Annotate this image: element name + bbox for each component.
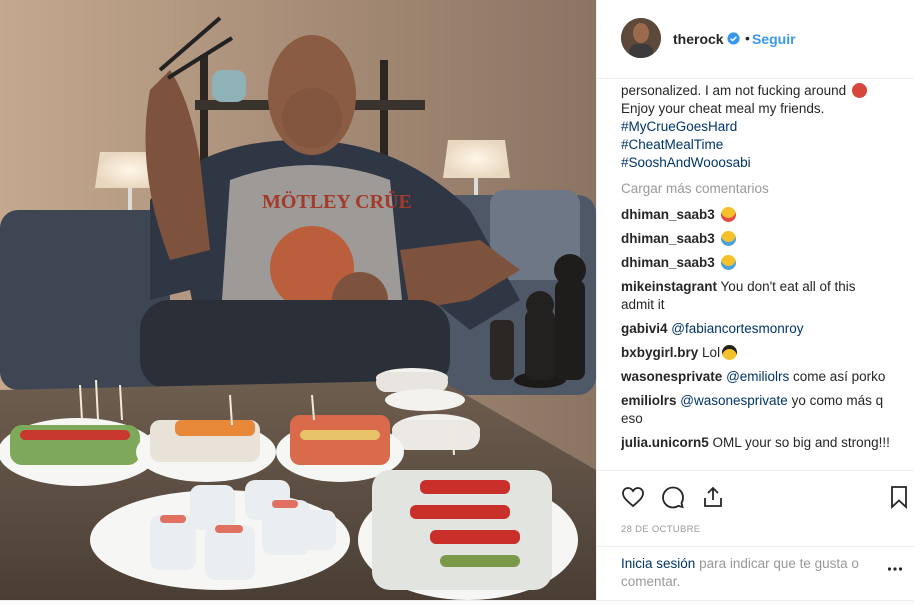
post-date: 28 DE OCTUBRE [621, 524, 701, 535]
instagram-post: MÖTLEY CRÜE therock • Seguir personalize… [0, 0, 914, 601]
photo-illustration: MÖTLEY CRÜE [0, 0, 596, 600]
comment-user[interactable]: dhiman_saab3 [621, 255, 715, 270]
bookmark-icon[interactable] [887, 485, 911, 509]
share-icon[interactable] [701, 485, 725, 509]
verified-icon [727, 32, 740, 45]
comment-text: OML your so big and strong!!! [712, 435, 890, 450]
comment: mikeinstagrant You don't eat all of this… [621, 278, 891, 314]
avatar[interactable] [621, 18, 661, 58]
heart-eyes-emoji-icon [720, 207, 736, 222]
laughing-emoji-icon [720, 231, 736, 246]
comment-user[interactable]: julia.unicorn5 [621, 435, 709, 450]
load-more-comments-button[interactable]: Cargar más comentarios [621, 180, 891, 198]
post-header: therock • Seguir [597, 0, 914, 79]
comment-mention[interactable]: @fabiancortesmonroy [671, 321, 803, 336]
login-prompt: Inicia sesión para indicar que te gusta … [597, 546, 914, 601]
username[interactable]: therock [673, 31, 724, 47]
comment-icon[interactable] [661, 485, 685, 509]
hashtag-link[interactable]: #MyCrueGoesHard [621, 118, 891, 136]
comment: gabivi4 @fabiancortesmonroy [621, 320, 891, 338]
svg-text:MÖTLEY CRÜE: MÖTLEY CRÜE [262, 190, 412, 213]
comment-user[interactable]: mikeinstagrant [621, 279, 717, 294]
comment-user[interactable]: bxbygirl.bry [621, 345, 698, 360]
comment-user[interactable]: dhiman_saab3 [621, 207, 715, 222]
comment: bxbygirl.bry Lol [621, 344, 891, 362]
post-photo: MÖTLEY CRÜE [0, 0, 596, 600]
post-sidebar: therock • Seguir personalized. I am not … [596, 0, 914, 600]
comment: julia.unicorn5 OML your so big and stron… [621, 434, 891, 452]
comment-text: Lol [702, 345, 721, 360]
comment-user[interactable]: gabivi4 [621, 321, 668, 336]
devil-emoji-icon [851, 83, 867, 98]
comment-mention[interactable]: @wasonesprivate [680, 393, 788, 408]
caption-line: Enjoy your cheat meal my friends. [621, 101, 825, 116]
comment-user[interactable]: dhiman_saab3 [621, 231, 715, 246]
comment-user[interactable]: emiliolrs [621, 393, 677, 408]
avatar-image [621, 18, 661, 58]
comment: dhiman_saab3 [621, 230, 891, 248]
comment: dhiman_saab3 [621, 254, 891, 272]
follow-button[interactable]: Seguir [752, 31, 796, 47]
login-text: Inicia sesión para indicar que te gusta … [621, 556, 859, 589]
comment: emiliolrs @wasonesprivate yo como más q … [621, 392, 891, 428]
separator-dot: • [745, 30, 750, 46]
comment: dhiman_saab3 [621, 206, 891, 224]
laughing-emoji-icon [720, 255, 736, 270]
comment-mention[interactable]: @emiliolrs [726, 369, 789, 384]
sunglasses-emoji-icon [722, 345, 738, 360]
comment: wasonesprivate @emiliolrs come así porko [621, 368, 891, 386]
heart-icon[interactable] [621, 485, 645, 509]
comments-list: personalized. I am not fucking around En… [621, 78, 891, 470]
caption-line: personalized. I am not fucking around [621, 82, 891, 100]
login-link[interactable]: Inicia sesión [621, 556, 695, 571]
hashtag-link[interactable]: #SooshAndWooosabi [621, 154, 891, 172]
comment-user[interactable]: wasonesprivate [621, 369, 722, 384]
comment-text: come así porko [793, 369, 886, 384]
more-icon[interactable] [887, 561, 903, 577]
hashtag-link[interactable]: #CheatMealTime [621, 136, 891, 154]
action-bar [597, 470, 914, 521]
